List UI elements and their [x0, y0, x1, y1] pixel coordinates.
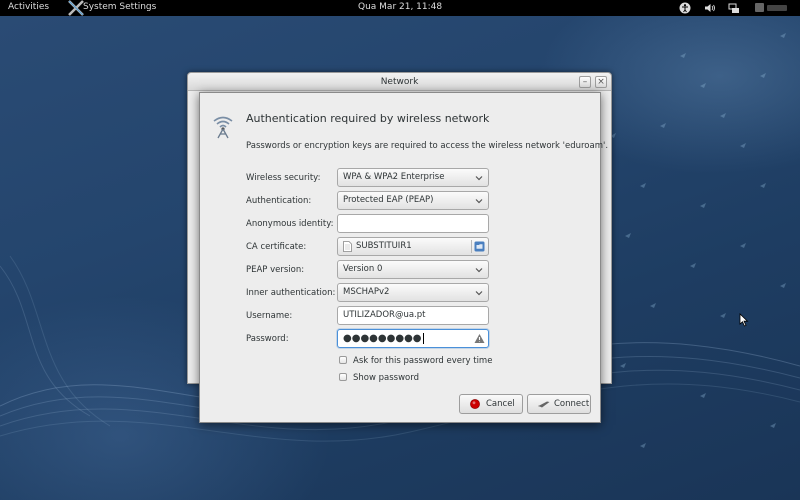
dialog-title: Authentication required by wireless netw… [246, 112, 490, 125]
chevron-down-icon [475, 268, 483, 273]
clock[interactable]: Qua Mar 21, 11:48 [358, 2, 442, 12]
password-input[interactable]: ●●●●●●●●● [337, 329, 489, 348]
checkbox-box[interactable] [339, 356, 347, 364]
chevron-down-icon [475, 199, 483, 204]
show-password-label: Show password [353, 373, 419, 383]
peap-version-label: PEAP version: [246, 265, 305, 275]
accessibility-icon[interactable] [679, 2, 691, 14]
chooser-separator [471, 240, 472, 253]
authentication-value: Protected EAP (PEAP) [343, 195, 434, 205]
password-label: Password: [246, 334, 289, 344]
network-icon[interactable] [728, 2, 740, 14]
ask-every-time-checkbox[interactable]: Ask for this password every time [339, 356, 492, 366]
inner-authentication-combo[interactable]: MSCHAPv2 [337, 283, 489, 302]
ca-certificate-label: CA certificate: [246, 242, 307, 252]
dialog-description: Passwords or encryption keys are require… [246, 141, 609, 151]
minimize-icon[interactable]: – [579, 76, 591, 88]
password-value: ●●●●●●●●● [343, 333, 422, 344]
inner-authentication-value: MSCHAPv2 [343, 287, 390, 297]
username-label: Username: [246, 311, 293, 321]
caps-lock-warning-icon [474, 334, 485, 343]
mouse-pointer-icon [739, 313, 749, 327]
wireless-security-value: WPA & WPA2 Enterprise [343, 172, 445, 182]
wireless-security-label: Wireless security: [246, 173, 321, 183]
wireless-security-combo[interactable]: WPA & WPA2 Enterprise [337, 168, 489, 187]
activities-button[interactable]: Activities [8, 2, 49, 12]
volume-icon[interactable] [704, 2, 716, 14]
ca-certificate-value: SUBSTITUIR1 [356, 241, 412, 251]
cancel-button[interactable]: Cancel [459, 394, 523, 414]
close-icon[interactable]: × [595, 76, 607, 88]
wireless-network-icon [213, 116, 233, 139]
chevron-down-icon [475, 291, 483, 296]
username-input[interactable]: UTILIZADOR@ua.pt [337, 306, 489, 325]
peap-version-value: Version 0 [343, 264, 383, 274]
connect-button[interactable]: Connect [527, 394, 591, 414]
connect-icon [538, 401, 550, 408]
text-caret [422, 333, 424, 344]
ask-every-time-label: Ask for this password every time [353, 356, 493, 366]
open-folder-icon[interactable] [474, 241, 485, 252]
app-menu[interactable]: System Settings [83, 2, 156, 12]
ca-certificate-chooser[interactable]: SUBSTITUIR1 [337, 237, 489, 256]
peap-version-combo[interactable]: Version 0 [337, 260, 489, 279]
inner-authentication-label: Inner authentication: [246, 288, 336, 298]
cancel-icon [470, 399, 480, 409]
user-menu-icon[interactable] [755, 2, 789, 14]
network-window-titlebar[interactable]: Network – × [188, 73, 611, 91]
anonymous-identity-label: Anonymous identity: [246, 219, 334, 229]
connect-button-label: Connect [554, 399, 590, 409]
authentication-label: Authentication: [246, 196, 312, 206]
show-password-checkbox[interactable]: Show password [339, 373, 419, 383]
wireless-auth-dialog: Authentication required by wireless netw… [199, 92, 608, 423]
top-bar: Activities System Settings Qua Mar 21, 1… [0, 0, 800, 16]
checkbox-box[interactable] [339, 373, 347, 381]
authentication-combo[interactable]: Protected EAP (PEAP) [337, 191, 489, 210]
anonymous-identity-input[interactable] [337, 214, 489, 233]
chevron-down-icon [475, 176, 483, 181]
network-window-title: Network [380, 77, 419, 87]
cancel-button-label: Cancel [486, 399, 515, 409]
file-icon [343, 241, 352, 252]
